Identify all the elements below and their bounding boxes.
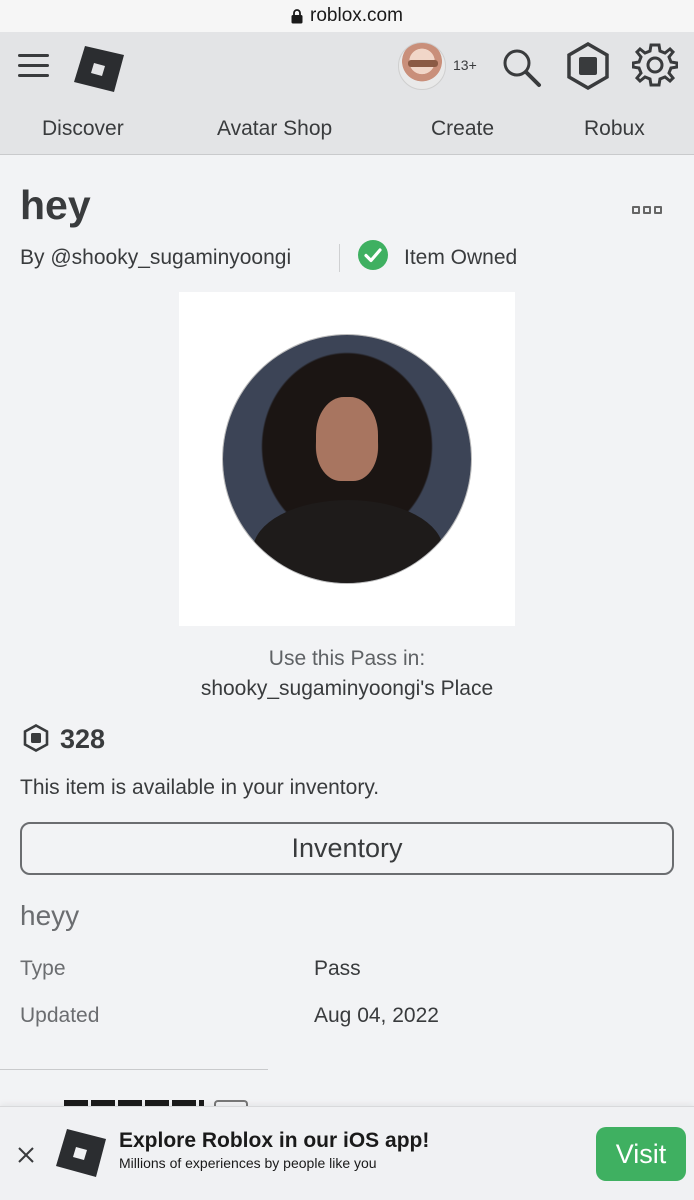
- banner-title: Explore Roblox in our iOS app!: [119, 1129, 430, 1152]
- divider: [339, 244, 340, 272]
- place-link[interactable]: shooky_sugaminyoongi's Place: [0, 677, 694, 701]
- inventory-button[interactable]: Inventory: [20, 822, 674, 875]
- avatar[interactable]: [398, 42, 446, 90]
- search-icon[interactable]: [500, 46, 542, 88]
- price-value: 328: [60, 724, 106, 754]
- item-description: heyy: [20, 900, 80, 931]
- robux-icon: [23, 724, 49, 752]
- use-pass-label: Use this Pass in:: [268, 647, 426, 670]
- pass-image: [223, 335, 471, 583]
- more-icon[interactable]: [632, 206, 666, 218]
- robux-icon[interactable]: [566, 42, 610, 90]
- gear-icon[interactable]: [632, 42, 678, 88]
- detail-value: Aug 04, 2022: [314, 1004, 439, 1027]
- owned-status: Item Owned: [404, 246, 518, 269]
- detail-label: Type: [20, 957, 66, 980]
- section-divider: [0, 1069, 268, 1070]
- tab-create[interactable]: Create: [431, 117, 494, 141]
- item-thumbnail: [179, 292, 515, 626]
- tab-avatar-shop[interactable]: Avatar Shop: [217, 117, 332, 141]
- age-badge: 13+: [453, 57, 477, 73]
- check-icon: [358, 240, 388, 270]
- detail-value: Pass: [314, 957, 361, 980]
- close-icon[interactable]: [16, 1145, 36, 1165]
- visit-button[interactable]: Visit: [596, 1127, 686, 1181]
- creator-link[interactable]: By @shooky_sugaminyoongi: [20, 246, 291, 270]
- nav-bar: Discover Avatar Shop Create Robux: [0, 104, 694, 155]
- page-title: hey: [20, 182, 91, 228]
- tab-robux[interactable]: Robux: [584, 117, 645, 141]
- app-banner: Explore Roblox in our iOS app! Millions …: [0, 1106, 694, 1200]
- detail-label: Updated: [20, 1004, 100, 1027]
- menu-icon[interactable]: [18, 54, 49, 78]
- url-text: roblox.com: [310, 5, 403, 26]
- tab-discover[interactable]: Discover: [42, 117, 124, 141]
- roblox-logo-icon[interactable]: [74, 46, 124, 92]
- roblox-logo-icon: [56, 1129, 106, 1177]
- lock-icon: [291, 8, 303, 23]
- top-header: 13+: [0, 32, 694, 104]
- availability-text: This item is available in your inventory…: [20, 776, 380, 799]
- browser-url-bar[interactable]: roblox.com: [0, 0, 694, 32]
- banner-subtitle: Millions of experiences by people like y…: [119, 1155, 377, 1171]
